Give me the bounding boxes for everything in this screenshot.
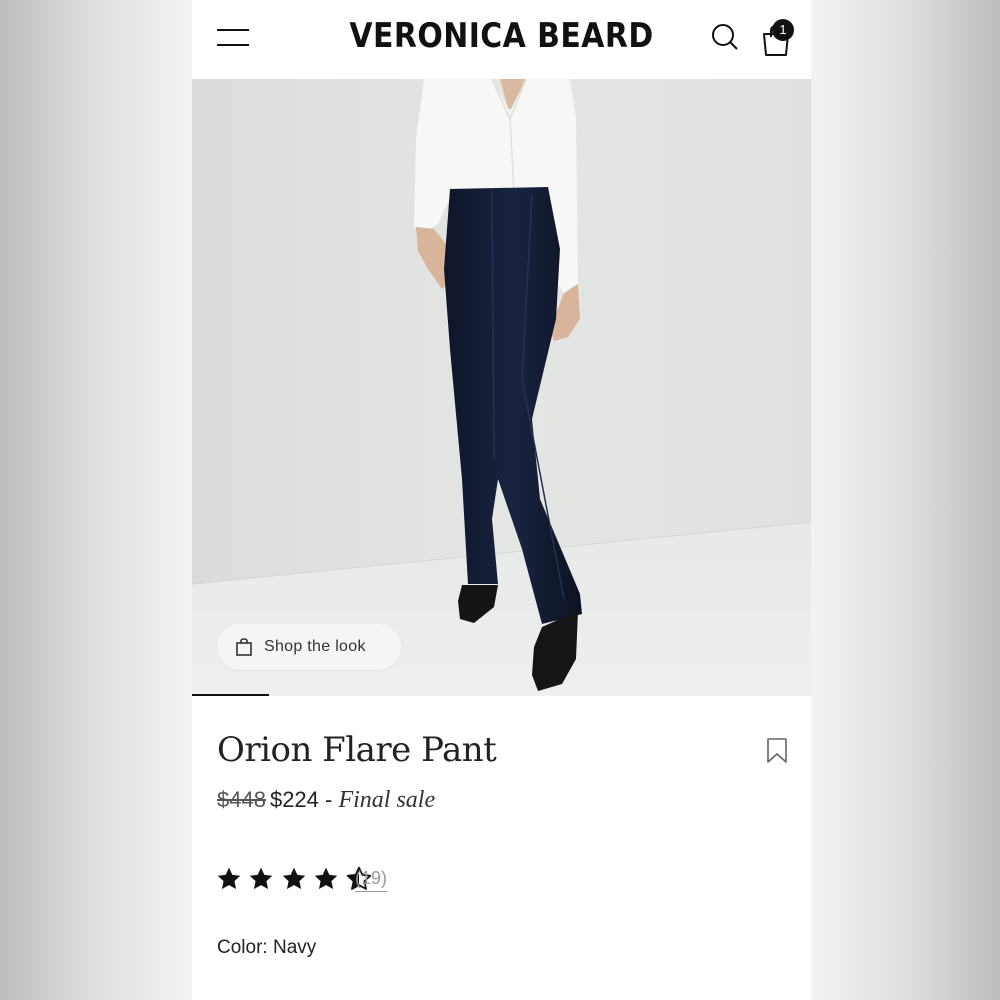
color-label: Color: bbox=[217, 937, 268, 958]
site-header: VERONICA BEARD 1 bbox=[192, 0, 811, 79]
product-page: VERONICA BEARD 1 Shop the look Orion Fla… bbox=[192, 0, 811, 1000]
star-icon bbox=[250, 867, 273, 889]
cart-button[interactable]: 1 bbox=[758, 19, 800, 56]
shop-the-look-button[interactable]: Shop the look bbox=[217, 624, 401, 670]
search-icon[interactable] bbox=[711, 23, 739, 51]
star-icon bbox=[315, 867, 338, 889]
product-title: Orion Flare Pant bbox=[217, 730, 497, 770]
color-selector-label: Color: Navy bbox=[217, 937, 316, 959]
bookmark-icon[interactable] bbox=[766, 738, 788, 764]
carousel-progress-indicator bbox=[192, 694, 269, 696]
product-image-carousel[interactable]: Shop the look bbox=[192, 79, 811, 696]
price-row: $448 $224 - Final sale bbox=[217, 787, 435, 814]
shopping-bag-icon bbox=[236, 638, 252, 656]
color-value: Navy bbox=[272, 937, 317, 958]
brand-logo[interactable]: VERONICA BEARD bbox=[229, 16, 774, 56]
original-price: $448 bbox=[217, 787, 266, 812]
star-rating bbox=[216, 866, 374, 892]
sale-separator: - bbox=[318, 787, 339, 812]
product-photo bbox=[192, 79, 811, 696]
shop-the-look-label: Shop the look bbox=[264, 638, 366, 655]
final-sale-note: Final sale bbox=[338, 787, 436, 813]
review-count-link[interactable]: (19) bbox=[355, 868, 388, 892]
sale-price: $224 bbox=[269, 787, 319, 812]
cart-count-badge: 1 bbox=[772, 19, 794, 41]
star-icon bbox=[217, 867, 241, 889]
star-icon bbox=[282, 867, 306, 889]
